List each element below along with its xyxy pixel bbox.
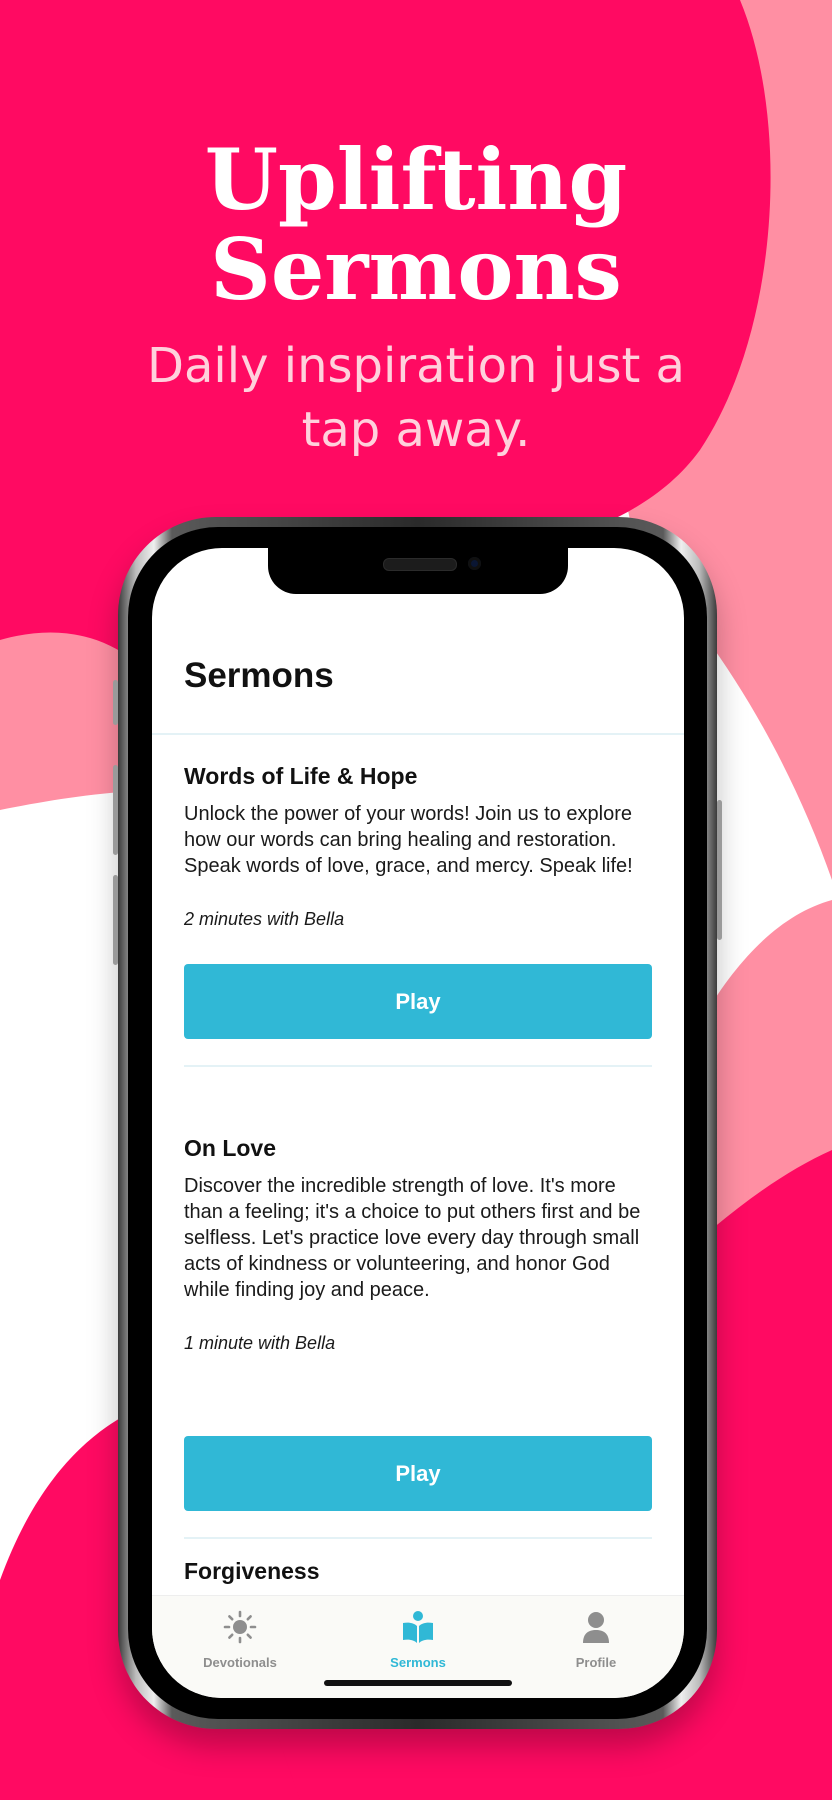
sermon-title: On Love	[184, 1135, 277, 1161]
volume-up-button	[113, 765, 118, 855]
camera-icon	[468, 557, 481, 570]
hero-title: Uplifting Sermons	[0, 135, 832, 315]
hero-title-line1: Uplifting	[204, 130, 628, 229]
sermon-divider	[184, 1065, 652, 1067]
hero-subtitle-line2: tap away.	[301, 402, 531, 458]
volume-down-button	[113, 875, 118, 965]
sermon-title: Words of Life & Hope	[184, 763, 418, 789]
sermon-card: On Love Discover the incredible strength…	[184, 1133, 652, 1553]
tab-devotionals[interactable]: Devotionals	[170, 1610, 310, 1670]
book-reader-icon	[403, 1611, 433, 1643]
tab-profile[interactable]: Profile	[526, 1610, 666, 1670]
tab-profile-label: Profile	[575, 1655, 617, 1670]
mute-switch	[113, 680, 118, 725]
sermon-duration: 2 minutes with Bella	[184, 909, 345, 929]
hero-title-line2: Sermons	[210, 220, 622, 319]
person-icon	[583, 1612, 609, 1643]
sermon-description: Unlock the power of your words! Join us …	[184, 803, 633, 877]
tab-sermons[interactable]: Sermons	[348, 1610, 488, 1670]
sermon-divider	[184, 1537, 652, 1539]
tab-devotionals-label: Devotionals	[203, 1655, 277, 1670]
sermon-description: Discover the incredible strength of love…	[184, 1175, 641, 1301]
tab-sermons-label: Sermons	[390, 1655, 446, 1670]
sun-icon	[223, 1610, 257, 1644]
sermon-card: Forgiveness	[184, 1556, 652, 1596]
notch	[268, 548, 568, 594]
header-divider	[152, 733, 684, 735]
speaker-grille	[383, 558, 457, 571]
hero-subtitle-line1: Daily inspiration just a	[147, 338, 685, 394]
sermon-duration: 1 minute with Bella	[184, 1333, 336, 1353]
play-button[interactable]: Play	[184, 1436, 652, 1511]
page-title: Sermons	[184, 656, 334, 695]
hero-subtitle: Daily inspiration just a tap away.	[100, 334, 732, 462]
sermon-title: Forgiveness	[184, 1558, 320, 1584]
play-button[interactable]: Play	[184, 964, 652, 1039]
sermon-card: Words of Life & Hope Unlock the power of…	[184, 761, 652, 1131]
app-screen: Sermons Words of Life & Hope Unlock the …	[152, 548, 684, 1698]
power-button	[717, 800, 722, 940]
home-indicator[interactable]	[324, 1680, 512, 1686]
